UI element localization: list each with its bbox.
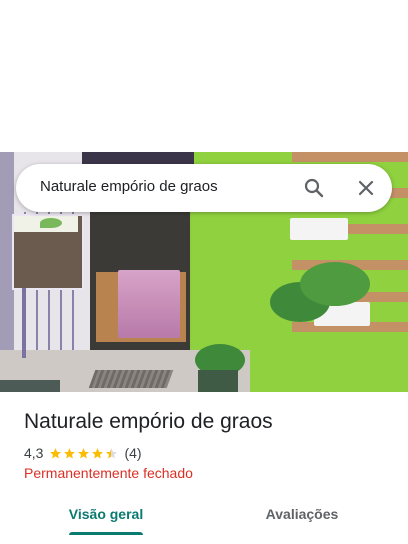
rating-row[interactable]: 4,3 (4) [24,444,142,462]
star-icon [50,447,62,458]
place-title: Naturale empório de graos [24,410,273,433]
star-icon [64,447,76,458]
star-icon [78,447,90,458]
tab-bar: Visão geral Avaliações [0,496,408,544]
tab-reviews[interactable]: Avaliações [254,496,350,536]
rating-value: 4,3 [24,445,44,461]
rating-stars [49,447,118,460]
search-bar[interactable]: Naturale empório de graos [16,164,392,212]
review-count[interactable]: (4) [124,445,141,461]
close-icon[interactable] [354,176,378,200]
tab-overview[interactable]: Visão geral [58,496,154,536]
blank-area [0,0,408,152]
star-icon [92,447,104,458]
status-closed: Permanentemente fechado [24,465,193,481]
star-half-icon [106,447,118,458]
search-input[interactable]: Naturale empório de graos [40,178,218,195]
search-icon[interactable] [302,176,326,200]
tab-selected-indicator [69,532,143,535]
